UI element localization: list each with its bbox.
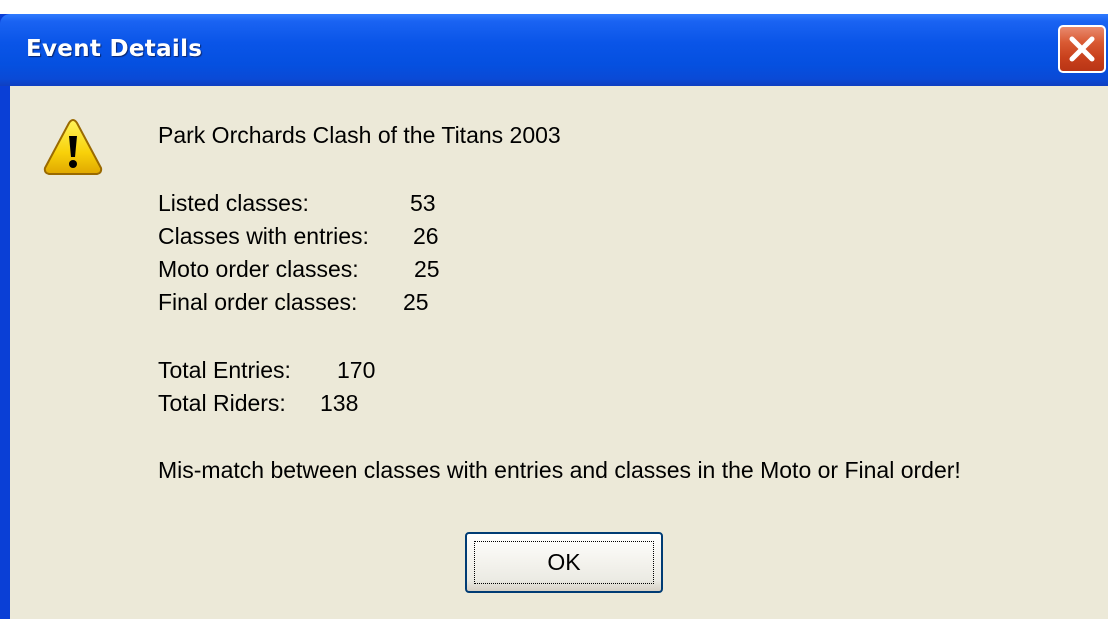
warning-icon [43, 118, 103, 175]
close-icon [1069, 36, 1095, 62]
stat-value-listed: 53 [410, 190, 436, 216]
ok-button[interactable]: OK [465, 532, 663, 593]
total-entries-label: Total Entries: [158, 357, 291, 383]
window-title: Event Details [26, 36, 203, 62]
dialog-body: Park Orchards Clash of the Titans 2003 L… [10, 86, 1108, 619]
close-button[interactable] [1058, 25, 1106, 73]
total-riders-label: Total Riders: [158, 390, 286, 416]
stat-label-final-order: Final order classes: [158, 289, 358, 315]
stat-label-listed: Listed classes: [158, 190, 309, 216]
stat-value-moto-order: 25 [414, 256, 440, 282]
stat-value-with-entries: 26 [413, 223, 439, 249]
warning-message: Mis-match between classes with entries a… [158, 457, 961, 483]
total-riders-value: 138 [320, 390, 359, 416]
stat-value-final-order: 25 [403, 289, 429, 315]
event-name: Park Orchards Clash of the Titans 2003 [158, 122, 561, 148]
title-bar[interactable]: Event Details [0, 14, 1108, 86]
dialog-window: Event Details Park Orchards Clash of the… [0, 14, 1108, 619]
stat-label-with-entries: Classes with entries: [158, 223, 369, 249]
ok-button-label: OK [547, 549, 581, 575]
stat-label-moto-order: Moto order classes: [158, 256, 359, 282]
total-entries-value: 170 [337, 357, 376, 383]
